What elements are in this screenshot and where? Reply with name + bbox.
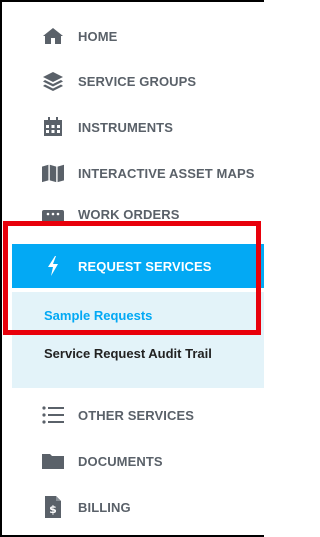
nav-label-billing: BILLING xyxy=(78,499,131,515)
nav-item-request-services[interactable]: REQUEST SERVICES xyxy=(12,244,264,288)
nav-item-billing[interactable]: $ BILLING xyxy=(12,485,264,529)
nav-label-request-services: REQUEST SERVICES xyxy=(78,258,212,274)
sidebar-frame: HOME SERVICE GROUPS INSTRUMENTS INTERACT… xyxy=(0,0,264,537)
nav-item-work-orders[interactable]: WORK ORDERS xyxy=(12,197,264,237)
sidebar-nav: HOME SERVICE GROUPS INSTRUMENTS INTERACT… xyxy=(12,2,264,535)
nav-label-service-groups: SERVICE GROUPS xyxy=(78,73,197,89)
nav-label-interactive-asset-maps: INTERACTIVE ASSET MAPS xyxy=(78,165,255,181)
nav-item-service-groups[interactable]: SERVICE GROUPS xyxy=(12,59,264,103)
nav-label-work-orders: WORK ORDERS xyxy=(78,207,180,222)
invoice-icon: $ xyxy=(42,496,64,518)
nav-item-other-services[interactable]: OTHER SERVICES xyxy=(12,393,264,437)
nav-item-documents[interactable]: DOCUMENTS xyxy=(12,439,264,483)
work-orders-icon xyxy=(42,207,64,229)
calendar-icon xyxy=(42,116,64,138)
map-icon xyxy=(42,162,64,184)
layers-icon xyxy=(42,70,64,92)
nav-label-documents: DOCUMENTS xyxy=(78,453,163,469)
submenu-item-audit-trail[interactable]: Service Request Audit Trail xyxy=(44,346,212,361)
nav-label-other-services: OTHER SERVICES xyxy=(78,407,195,423)
folder-icon xyxy=(42,450,64,472)
nav-label-home: HOME xyxy=(78,28,118,44)
nav-label-instruments: INSTRUMENTS xyxy=(78,119,173,135)
home-icon xyxy=(42,25,64,47)
list-icon xyxy=(42,404,64,426)
submenu-item-sample-requests[interactable]: Sample Requests xyxy=(44,308,152,323)
nav-item-interactive-asset-maps[interactable]: INTERACTIVE ASSET MAPS xyxy=(12,151,264,195)
request-services-submenu: Sample Requests Service Request Audit Tr… xyxy=(12,292,264,388)
svg-text:$: $ xyxy=(49,503,57,516)
lightning-icon xyxy=(42,255,64,277)
nav-item-instruments[interactable]: INSTRUMENTS xyxy=(12,105,264,149)
nav-item-home[interactable]: HOME xyxy=(12,14,264,58)
